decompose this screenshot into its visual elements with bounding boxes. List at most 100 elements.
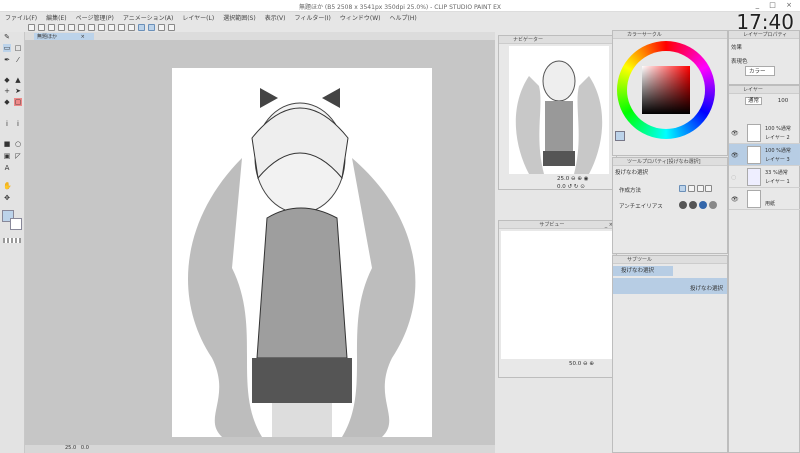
marker-tool-icon[interactable]: ▢ <box>14 98 22 106</box>
status-zoom[interactable]: 25.0 <box>65 445 76 451</box>
fill-tool-icon[interactable]: ◆ <box>3 76 11 84</box>
redo-icon[interactable] <box>78 23 85 31</box>
antialias-strong[interactable] <box>709 201 717 209</box>
open-icon[interactable] <box>48 23 55 31</box>
layer-row[interactable]: ○ 33 %通常 レイヤー 1 <box>729 166 800 188</box>
layer-property-title: レイヤープロパティ <box>729 31 799 39</box>
eraser-tool-icon[interactable]: ◆ <box>3 98 11 106</box>
document-tab-bar <box>25 32 495 40</box>
window-controls[interactable]: _ □ × <box>756 1 796 9</box>
hand-tool-icon[interactable]: ✋ <box>3 182 12 190</box>
menu-view[interactable]: 表示(V) <box>265 13 286 22</box>
opacity-value[interactable]: 100 <box>778 98 789 104</box>
antialias-row: アンチエイリアス <box>613 201 727 210</box>
menu-edit[interactable]: 編集(E) <box>46 13 66 22</box>
gradient-tool-icon[interactable]: ■ <box>3 140 11 148</box>
deselect-icon[interactable] <box>118 23 125 31</box>
navigator-angle[interactable]: 0.0 <box>557 184 566 190</box>
layer-name: レイヤー 3 <box>765 157 790 163</box>
eye-icon[interactable]: 👁 <box>731 130 739 137</box>
sub-color-swatch[interactable] <box>10 218 22 230</box>
subtool-item[interactable]: 投げなわ選択 <box>613 278 727 294</box>
eyedropper-tool-icon[interactable]: ⁄ <box>14 56 22 64</box>
layer-thumbnail <box>747 124 761 142</box>
move-tool-icon[interactable]: + <box>3 87 11 95</box>
add-selection-icon[interactable] <box>687 185 695 192</box>
transparent-color-swatch[interactable] <box>3 238 21 243</box>
snap-grid-icon[interactable] <box>158 23 165 31</box>
eye-hidden-icon[interactable]: ○ <box>731 174 736 181</box>
eye-icon[interactable]: 👁 <box>731 196 739 203</box>
menu-help[interactable]: ヘルプ(H) <box>389 13 416 22</box>
navigator-preview[interactable] <box>509 46 609 174</box>
status-angle[interactable]: 0.0 <box>81 445 89 451</box>
menu-selection[interactable]: 選択範囲(S) <box>223 13 256 22</box>
subview-zoom[interactable]: 50.0 <box>569 361 581 367</box>
settings-icon[interactable] <box>168 23 175 31</box>
menu-animation[interactable]: アニメーション(A) <box>123 13 174 22</box>
invert-selection-icon[interactable] <box>128 23 135 31</box>
intersect-selection-icon[interactable] <box>705 185 713 192</box>
new-icon[interactable] <box>38 23 45 31</box>
canvas-page[interactable] <box>172 68 432 437</box>
tool-property-panel: ツールプロパティ[投げなわ選択] 投げなわ選択 作成方法 アンチエイリアス <box>612 157 728 254</box>
layer-row-paper[interactable]: 👁 用紙 <box>729 188 800 210</box>
save-icon[interactable] <box>58 23 65 31</box>
menu-page[interactable]: ページ管理(P) <box>76 13 114 22</box>
hue-ring[interactable] <box>617 41 715 139</box>
subview-canvas[interactable] <box>501 231 613 359</box>
fill-icon[interactable] <box>98 23 105 31</box>
subtool-group-tab[interactable]: 投げなわ選択 <box>613 266 673 276</box>
figure-tool-icon[interactable]: ○ <box>14 140 22 148</box>
frame-tool-icon[interactable]: ▣ <box>3 152 11 160</box>
correction-tool-icon[interactable]: ✥ <box>3 194 11 202</box>
subtract-selection-icon[interactable] <box>696 185 704 192</box>
object-tool-icon[interactable]: ➤ <box>14 87 22 95</box>
layer-blend: 33 %通常 <box>765 170 788 176</box>
brush-tool-icon[interactable]: ⅰ <box>3 120 11 128</box>
snap-ruler-icon[interactable] <box>138 23 145 31</box>
navigator-zoom[interactable]: 25.0 <box>557 176 569 182</box>
current-color-swatch[interactable] <box>615 131 625 141</box>
color-circle-title: カラーサークル <box>613 31 727 39</box>
layer-blend: 100 %通常 <box>765 148 791 154</box>
menu-file[interactable]: ファイル(F) <box>5 13 37 22</box>
creation-method-label: 作成方法 <box>619 188 642 194</box>
tool-name: 投げなわ選択 <box>615 170 649 176</box>
clear-icon[interactable] <box>88 23 95 31</box>
ruler-tool-icon[interactable]: ◸ <box>14 152 22 160</box>
antialias-label: アンチエイリアス <box>619 204 663 210</box>
layer-row[interactable]: 👁 100 %通常 レイヤー 2 <box>729 122 800 144</box>
eye-icon[interactable]: 👁 <box>731 152 739 159</box>
blend-mode-select[interactable]: 通常 <box>745 97 763 105</box>
layer-row-selected[interactable]: 👁 100 %通常 レイヤー 3 <box>729 144 800 166</box>
airbrush-tool-icon[interactable]: ⅰ <box>14 120 22 128</box>
undo-icon[interactable] <box>68 23 75 31</box>
pen-tool-icon[interactable]: ✒ <box>3 56 11 64</box>
text-tool-icon[interactable]: A <box>3 164 11 172</box>
transform-icon[interactable] <box>108 23 115 31</box>
bucket-tool-icon[interactable]: ▲ <box>14 76 22 84</box>
tool-property-title: ツールプロパティ[投げなわ選択] <box>613 158 727 166</box>
navigator-zoom-row: 25.0 ⊖ ⊕ ◉ <box>557 176 589 182</box>
effect-label: 効果 <box>731 45 743 51</box>
menu-layer[interactable]: レイヤー(L) <box>182 13 214 22</box>
tool-palette: ✎ ▭ □ ✒ ⁄ ◆ ▲ + ➤ ◆ ▢ ⅰ ⅰ ■ ○ ▣ ◸ A ✋ ✥ <box>0 32 25 453</box>
clip-studio-icon[interactable] <box>28 23 35 31</box>
layer-name: 用紙 <box>765 201 776 207</box>
expression-color-select[interactable]: カラー <box>745 66 775 76</box>
zoom-tool-icon[interactable]: ✎ <box>3 33 11 41</box>
new-selection-icon[interactable] <box>679 185 686 192</box>
document-tab[interactable]: 無題ほか × <box>34 33 94 40</box>
layer-thumbnail <box>747 168 761 186</box>
snap-special-ruler-icon[interactable] <box>148 23 155 31</box>
command-bar <box>0 22 612 32</box>
antialias-medium[interactable] <box>699 201 707 209</box>
menu-window[interactable]: ウィンドウ(W) <box>340 13 381 22</box>
selection-tool-icon[interactable]: ▭ <box>3 44 11 52</box>
menu-filter[interactable]: フィルター(I) <box>295 13 331 22</box>
saturation-value-square[interactable] <box>642 66 690 114</box>
antialias-weak[interactable] <box>689 201 697 209</box>
antialias-none[interactable] <box>679 201 687 209</box>
lasso-tool-icon[interactable]: □ <box>14 44 22 52</box>
